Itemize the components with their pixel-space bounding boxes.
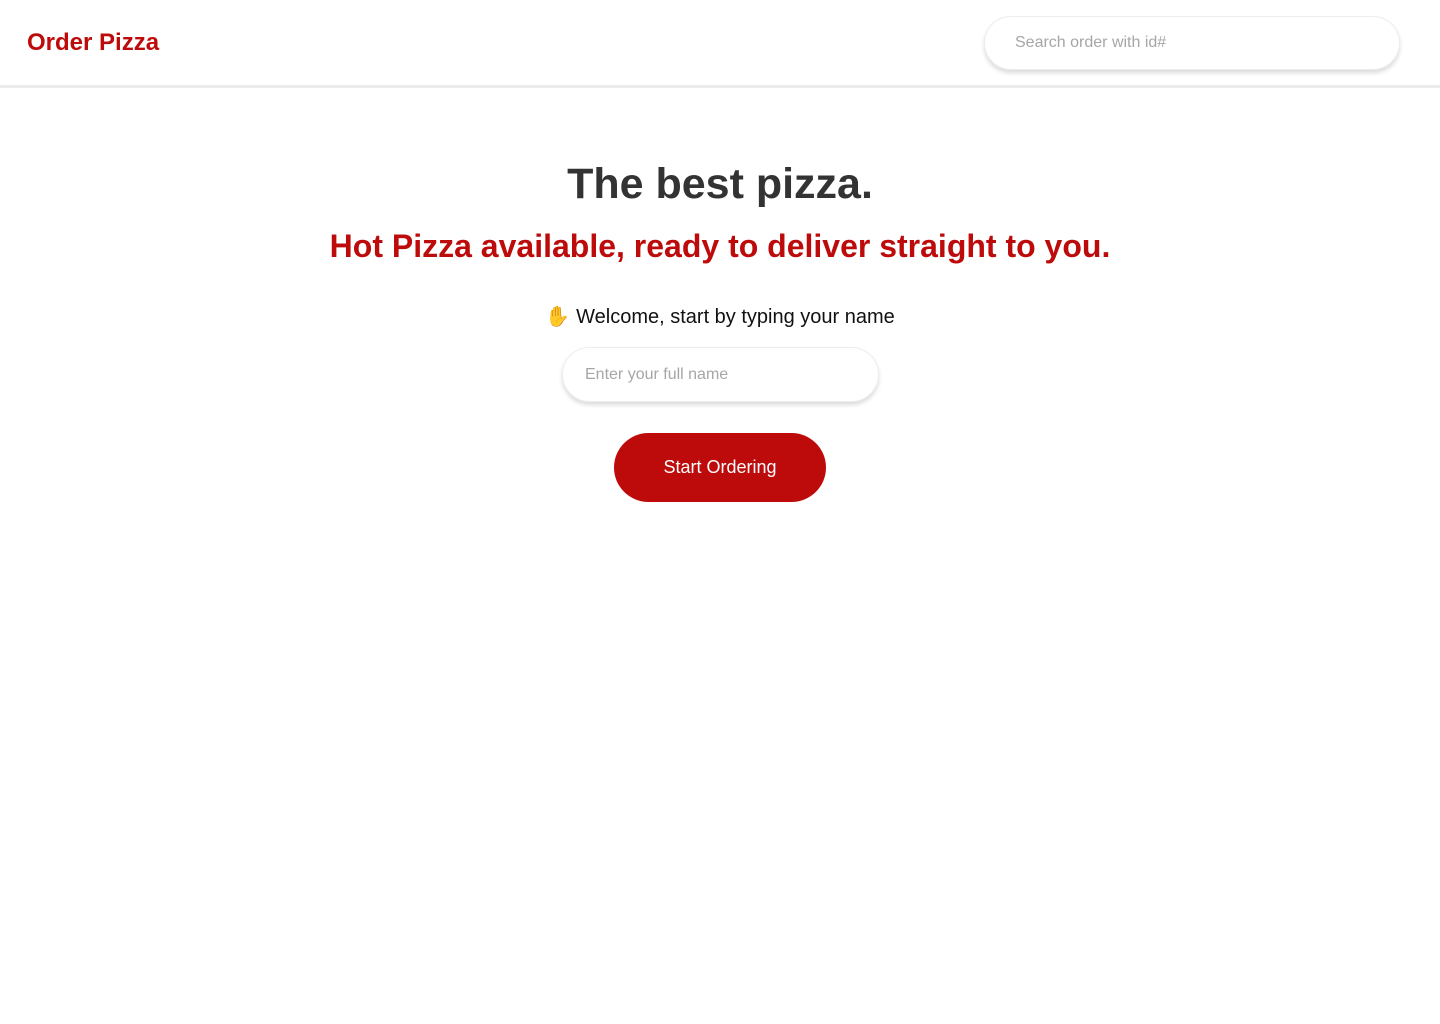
hero-title: The best pizza.: [567, 160, 873, 208]
main-content: The best pizza. Hot Pizza available, rea…: [0, 91, 1440, 1024]
welcome-message: ✋ Welcome, start by typing your name: [0, 304, 1440, 330]
full-name-input[interactable]: [562, 347, 879, 402]
hero-subtitle: Hot Pizza available, ready to deliver st…: [329, 228, 1111, 264]
brand-logo-link[interactable]: Order Pizza: [27, 29, 159, 57]
welcome-text: Welcome, start by typing your name: [576, 306, 895, 328]
top-nav: Order Pizza: [0, 0, 1440, 88]
order-search-input[interactable]: [984, 16, 1400, 70]
start-ordering-button[interactable]: Start Ordering: [614, 433, 826, 502]
waving-hand-icon: ✋: [545, 306, 571, 328]
